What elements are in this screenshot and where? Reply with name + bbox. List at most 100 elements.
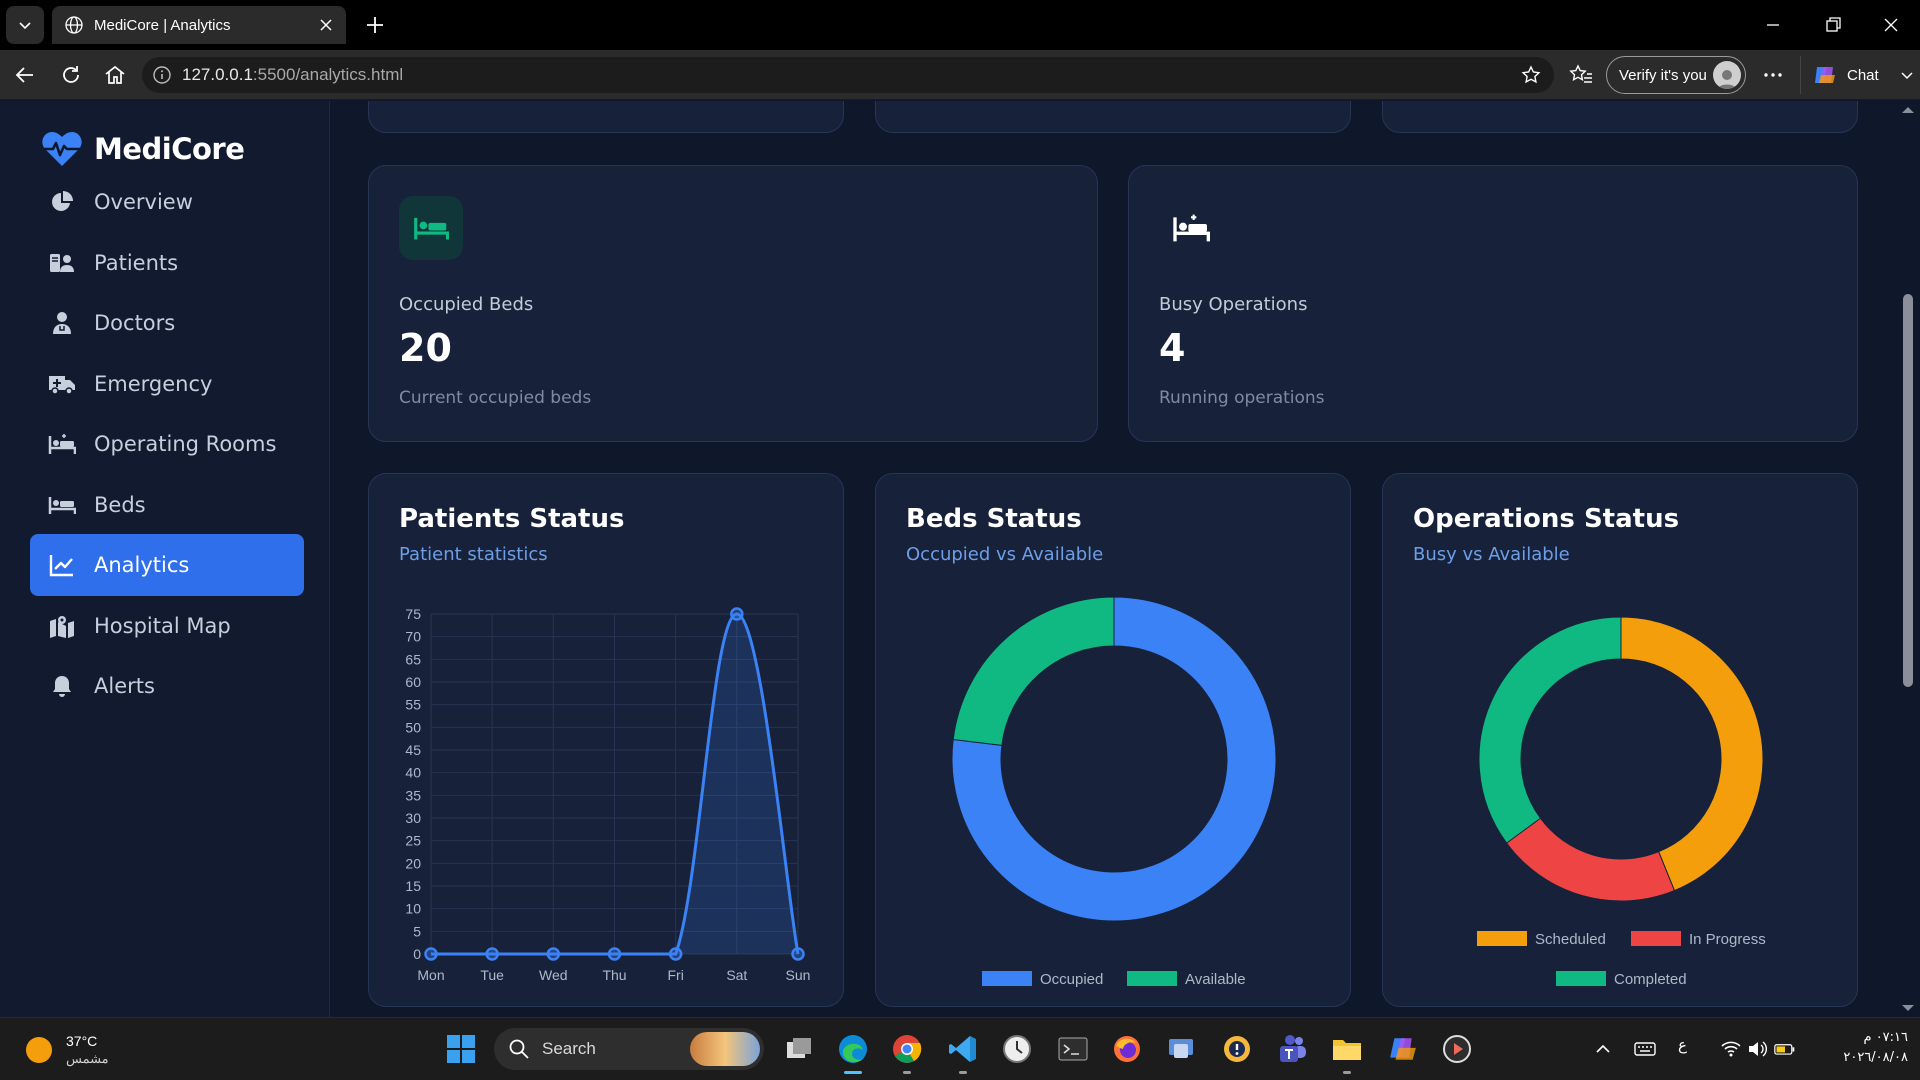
url-field[interactable]: 127.0.0.1:5500/analytics.html (142, 57, 1554, 93)
battery-icon[interactable] (1774, 1038, 1796, 1060)
back-icon[interactable] (12, 62, 38, 88)
firefox-icon[interactable] (1110, 1032, 1144, 1066)
y-tick-label: 40 (405, 765, 421, 781)
minimize-icon[interactable] (1762, 14, 1784, 36)
stat-label: Occupied Beds (399, 294, 534, 315)
scroll-down-icon[interactable] (1896, 1001, 1920, 1015)
chrome-icon[interactable] (890, 1032, 924, 1074)
wifi-icon[interactable] (1720, 1038, 1742, 1060)
data-point (546, 947, 561, 961)
scrollbar-thumb[interactable] (1903, 294, 1913, 687)
stat-card-partial (1382, 101, 1858, 133)
task-view-icon[interactable] (782, 1032, 816, 1066)
sidebar-item-label: Patients (94, 251, 179, 275)
y-tick-label: 0 (413, 946, 421, 962)
close-window-icon[interactable] (1880, 14, 1902, 36)
x-tick-label: Mon (417, 967, 444, 983)
y-tick-label: 75 (405, 606, 421, 622)
sidebar-item-operating-rooms[interactable]: Operating Rooms (30, 413, 304, 475)
clock-time: ٠٧:١٦ م (1863, 1030, 1909, 1045)
new-tab-icon[interactable] (362, 12, 388, 38)
windows-start-icon[interactable] (446, 1034, 476, 1064)
x-tick-label: Tue (480, 967, 504, 983)
edge-browser-icon[interactable] (836, 1032, 870, 1074)
network-tool-icon[interactable] (1164, 1032, 1198, 1066)
legend-label: Completed (1614, 971, 1687, 988)
y-tick-label: 55 (405, 697, 421, 713)
doctor-icon (48, 309, 76, 337)
weather-widget[interactable]: 37°C مشمس (26, 1032, 109, 1068)
y-tick-label: 15 (405, 878, 421, 894)
home-icon[interactable] (102, 62, 128, 88)
taskbar-search[interactable]: Search (494, 1028, 764, 1070)
pie-slice (1478, 616, 1622, 844)
reload-icon[interactable] (58, 62, 84, 88)
bell-icon (48, 672, 76, 700)
sidebar-item-label: Alerts (94, 674, 155, 698)
sidebar-item-label: Analytics (94, 553, 190, 577)
tab-list-button[interactable] (6, 6, 44, 44)
weather-condition: مشمس (66, 1051, 109, 1066)
y-tick-label: 60 (405, 674, 421, 690)
sidebar-item-overview[interactable]: Overview (30, 171, 304, 233)
keyboard-icon[interactable] (1634, 1038, 1656, 1060)
globe-icon (65, 16, 83, 34)
chat-label: Chat (1847, 66, 1879, 84)
y-tick-label: 45 (405, 742, 421, 758)
medicore-app: MediCore Overview Patients Doctors Emerg… (0, 101, 1920, 1017)
legend-swatch (1556, 971, 1606, 986)
scroll-up-icon[interactable] (1896, 103, 1920, 117)
legend-label: Occupied (1040, 971, 1103, 988)
sidebar-item-patients[interactable]: Patients (30, 232, 304, 294)
security-app-icon[interactable] (1220, 1032, 1254, 1066)
sidebar-item-beds[interactable]: Beds (30, 474, 304, 536)
legend-label: Scheduled (1535, 931, 1606, 948)
volume-icon[interactable] (1746, 1038, 1768, 1060)
more-options-icon[interactable] (1760, 62, 1786, 88)
legend-swatch (1127, 971, 1177, 986)
sidebar-item-doctors[interactable]: Doctors (30, 292, 304, 354)
y-tick-label: 5 (413, 923, 421, 939)
sidebar-item-alerts[interactable]: Alerts (30, 655, 304, 717)
x-tick-label: Fri (668, 967, 684, 983)
favorite-star-icon[interactable] (1520, 64, 1542, 86)
chart-title: Patients Status (399, 504, 625, 534)
taskbar-clock[interactable]: ٠٧:١٦ م ٢٠٢٦/٠٨/٠٨ (1808, 1028, 1908, 1068)
teams-icon[interactable] (1276, 1032, 1310, 1066)
stat-card-occupied-beds: Occupied Beds 20 Current occupied beds (368, 165, 1098, 442)
chevron-up-icon[interactable] (1592, 1038, 1614, 1060)
operations-status-card: Scheduled In Progress Completed Operations… (1382, 473, 1858, 1007)
sidebar-item-label: Beds (94, 493, 146, 517)
close-tab-icon[interactable] (318, 17, 334, 33)
sidebar-item-hospital-map[interactable]: Hospital Map (30, 595, 304, 657)
page-scrollbar[interactable] (1896, 101, 1920, 1017)
copilot-chat-button[interactable]: Chat (1800, 56, 1920, 94)
verify-identity-button[interactable]: Verify it's you (1606, 56, 1746, 94)
chart-title: Operations Status (1413, 504, 1680, 534)
verify-label: Verify it's you (1619, 66, 1707, 84)
favorites-icon[interactable] (1568, 62, 1594, 88)
y-tick-label: 35 (405, 787, 421, 803)
vscode-icon[interactable] (946, 1032, 980, 1074)
y-tick-label: 25 (405, 833, 421, 849)
terminal-icon[interactable] (1056, 1032, 1090, 1066)
input-language[interactable]: ع (1678, 1036, 1700, 1058)
stat-description: Running operations (1159, 388, 1325, 408)
copilot-app-icon[interactable] (1386, 1032, 1420, 1066)
data-point (730, 607, 744, 621)
map-icon (48, 612, 76, 640)
file-explorer-icon[interactable] (1330, 1032, 1364, 1074)
windows-taskbar: 37°C مشمس Search ع ٠٧:١٦ م ٢٠٢٦/٠٨/٠٨ (0, 1017, 1920, 1080)
address-bar-row: 127.0.0.1:5500/analytics.html Verify it'… (0, 50, 1920, 100)
pie-slice (1505, 817, 1676, 902)
sidebar-item-analytics[interactable]: Analytics (30, 534, 304, 596)
chart-title: Beds Status (906, 504, 1082, 534)
restore-icon[interactable] (1822, 14, 1844, 36)
media-player-icon[interactable] (1440, 1032, 1474, 1066)
x-tick-label: Thu (602, 967, 626, 983)
browser-tab[interactable]: MediCore | Analytics (52, 6, 346, 44)
sidebar-item-emergency[interactable]: Emergency (30, 353, 304, 415)
clock-app-icon[interactable] (1000, 1032, 1034, 1066)
brand[interactable]: MediCore (40, 129, 245, 169)
site-info-icon[interactable] (152, 65, 172, 85)
